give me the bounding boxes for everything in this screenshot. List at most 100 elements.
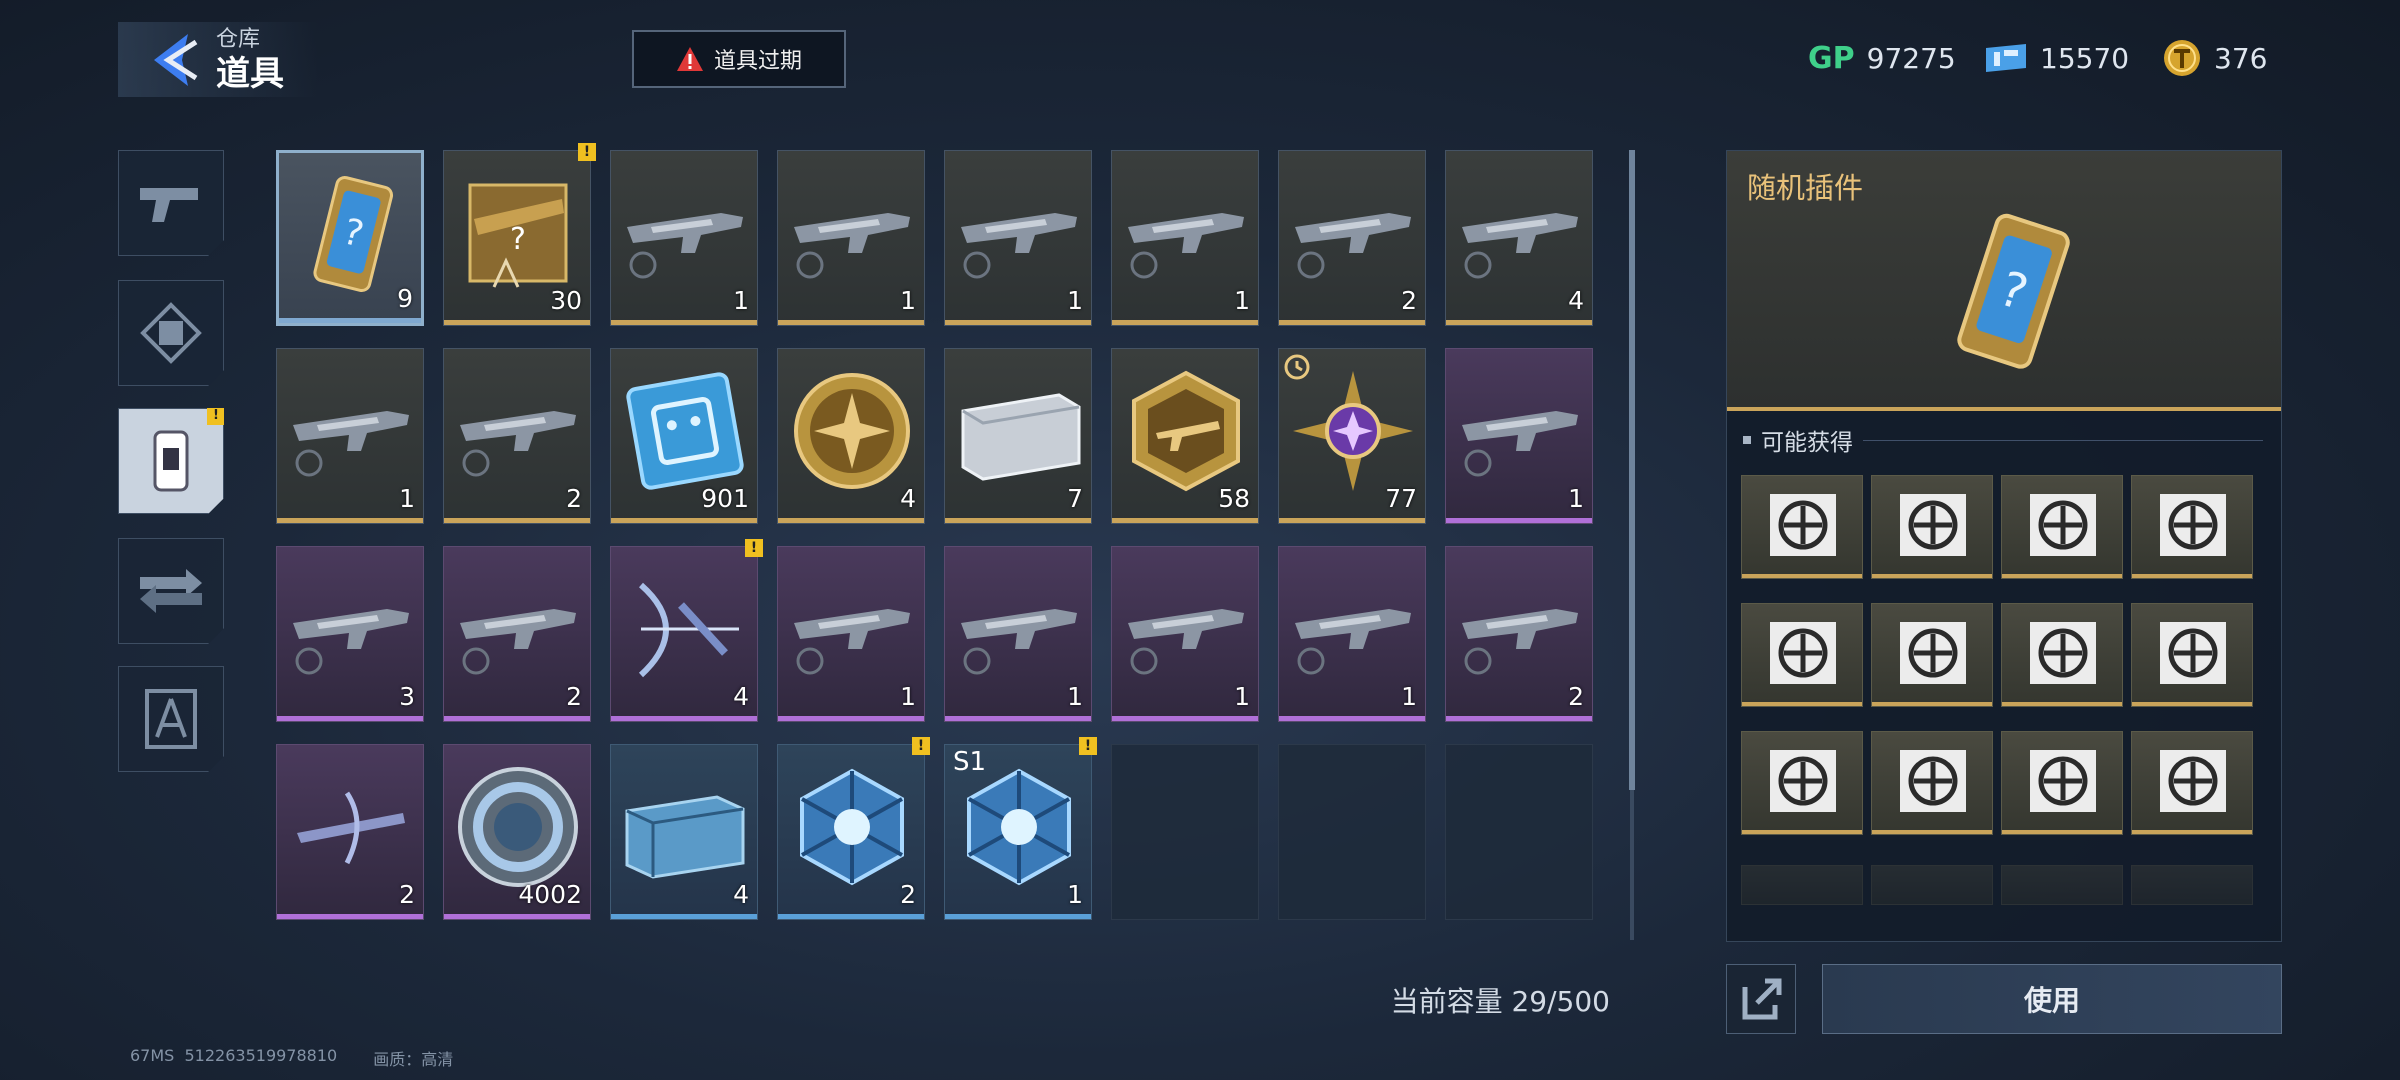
rifle-skin-icon (627, 213, 743, 279)
inventory-slot[interactable]: 2 (1445, 546, 1593, 722)
inventory-slot[interactable]: 1 (777, 150, 925, 326)
item-quantity: 4 (900, 484, 916, 513)
rifle-skin-icon (794, 213, 910, 279)
rarity-bar (945, 914, 1091, 919)
possible-reward-item[interactable] (1871, 865, 1993, 905)
possible-reward-item[interactable] (1871, 731, 1993, 835)
inventory-slot[interactable]: 1! S1 (944, 737, 1097, 920)
sidebar-item-skins[interactable] (118, 280, 224, 386)
possible-reward-item[interactable] (2131, 731, 2253, 835)
sidebar-item-transfer[interactable] (118, 538, 224, 644)
inventory-slot[interactable]: 1 (944, 150, 1092, 326)
rarity-bar (444, 716, 590, 721)
possible-reward-item[interactable] (1741, 731, 1863, 835)
inventory-slot[interactable]: 1 (1111, 150, 1259, 326)
possible-reward-item[interactable] (2001, 865, 2123, 905)
capacity-label: 当前容量 29/500 (1390, 985, 1610, 1018)
possible-reward-item[interactable] (2001, 475, 2123, 579)
empty-inventory-slot[interactable] (1445, 744, 1593, 920)
inventory-slot[interactable]: 3 (276, 546, 424, 722)
inventory-slot[interactable]: 4 (610, 744, 758, 920)
expired-items-button[interactable]: 道具过期 (632, 30, 846, 88)
inventory-slot[interactable]: 1 (276, 348, 424, 524)
inventory-slot[interactable]: 2! (777, 737, 930, 920)
inventory-slot[interactable]: 1 (1111, 546, 1259, 722)
rarity-bar (277, 518, 423, 523)
inventory-slot[interactable]: 58 (1111, 348, 1259, 524)
rarity-bar (1872, 574, 1992, 578)
possible-reward-item[interactable] (1741, 603, 1863, 707)
item-quantity: 1 (733, 286, 749, 315)
currency-gp[interactable]: GP 97275 (1808, 36, 1956, 80)
possible-reward-item[interactable] (1871, 603, 1993, 707)
item-quantity: 9 (397, 284, 413, 313)
inventory-slot[interactable]: 4002 (443, 744, 591, 920)
sidebar-item-weapons[interactable] (118, 150, 224, 256)
inventory-slot[interactable]: 2 (443, 546, 591, 722)
gun-ammo-plugin-icon (2160, 622, 2226, 684)
rifle-skin-icon (961, 609, 1077, 675)
possible-reward-item[interactable] (1741, 865, 1863, 905)
inventory-slot[interactable]: 4 (777, 348, 925, 524)
possible-reward-item[interactable] (2001, 731, 2123, 835)
inventory-slot[interactable]: 1 (610, 150, 758, 326)
rarity-bar (279, 318, 421, 323)
reload-plugin-icon (1770, 750, 1836, 812)
rarity-bar (1279, 716, 1425, 721)
possible-reward-item[interactable] (2131, 603, 2253, 707)
inventory-slot[interactable]: 2 (1278, 150, 1426, 326)
item-quantity: 2 (566, 484, 582, 513)
share-button[interactable] (1726, 964, 1796, 1034)
inventory-slot[interactable]: 901 (610, 348, 758, 524)
warning-icon (676, 47, 703, 71)
empty-inventory-slot[interactable] (1278, 744, 1426, 920)
possible-reward-item[interactable] (2001, 603, 2123, 707)
item-quantity: 4002 (518, 880, 582, 909)
item-quantity: 1 (399, 484, 415, 513)
inventory-slot[interactable]: 2 (443, 348, 591, 524)
inventory-slot[interactable]: 7 (944, 348, 1092, 524)
inventory-slot[interactable]: 4! (610, 539, 763, 722)
possible-reward-item[interactable] (2131, 865, 2253, 905)
sidebar-item-blueprints[interactable] (118, 666, 224, 772)
rarity-bar (778, 914, 924, 919)
rifle-skin-icon (1295, 213, 1411, 279)
new-badge-icon: ! (912, 737, 930, 755)
inventory-grid: ? 9? 30! 1 1 1 1 2 4 1 2 901 4 7 58 77 1 3 2 4! 1 1 1 1 2 2 4002 4 2… (276, 143, 1604, 928)
rarity-bar (1279, 320, 1425, 325)
inventory-slot[interactable]: 1 (944, 546, 1092, 722)
gold-cross-coin-icon (794, 373, 910, 489)
back-button[interactable]: 仓库 道具 (118, 22, 318, 97)
currency-ticket[interactable]: 15570 (1984, 36, 2129, 80)
random-plugin-card-icon: ? (1957, 213, 2070, 369)
possible-reward-item[interactable] (2131, 475, 2253, 579)
inventory-slot[interactable]: 1 (777, 546, 925, 722)
weapon-blueprint-box-icon: ? (468, 183, 568, 288)
inventory-slot[interactable]: 77 (1278, 348, 1426, 524)
inventory-slot[interactable]: 1 (1445, 348, 1593, 524)
crossbow-skin-icon (297, 791, 405, 865)
rarity-bar (778, 320, 924, 325)
use-button[interactable]: 使用 (1822, 964, 2282, 1034)
currency-coin[interactable]: 376 (2162, 36, 2267, 80)
rarity-bar (2132, 574, 2252, 578)
item-quantity: 1 (1234, 286, 1250, 315)
chip-card-icon (153, 430, 189, 492)
inventory-slot[interactable]: ? 30! (443, 143, 596, 326)
item-quantity: 30 (550, 286, 582, 315)
detail-header: 随机插件 ? (1727, 151, 2281, 411)
inventory-slot[interactable]: ? 9 (276, 150, 424, 326)
inventory-slot[interactable]: 2 (276, 744, 424, 920)
blue-ring-coin-icon (458, 767, 578, 887)
inventory-slot[interactable]: 1 (1278, 546, 1426, 722)
item-quantity: 1 (900, 682, 916, 711)
sidebar-item-items[interactable]: ! (118, 408, 224, 514)
empty-inventory-slot[interactable] (1111, 744, 1259, 920)
inventory-slot[interactable]: 4 (1445, 150, 1593, 326)
new-badge-icon: ! (578, 143, 596, 161)
rarity-bar (611, 320, 757, 325)
bullets-up-plugin-icon (2030, 750, 2096, 812)
scrollbar-thumb[interactable] (1629, 150, 1635, 790)
possible-reward-item[interactable] (1741, 475, 1863, 579)
possible-reward-item[interactable] (1871, 475, 1993, 579)
